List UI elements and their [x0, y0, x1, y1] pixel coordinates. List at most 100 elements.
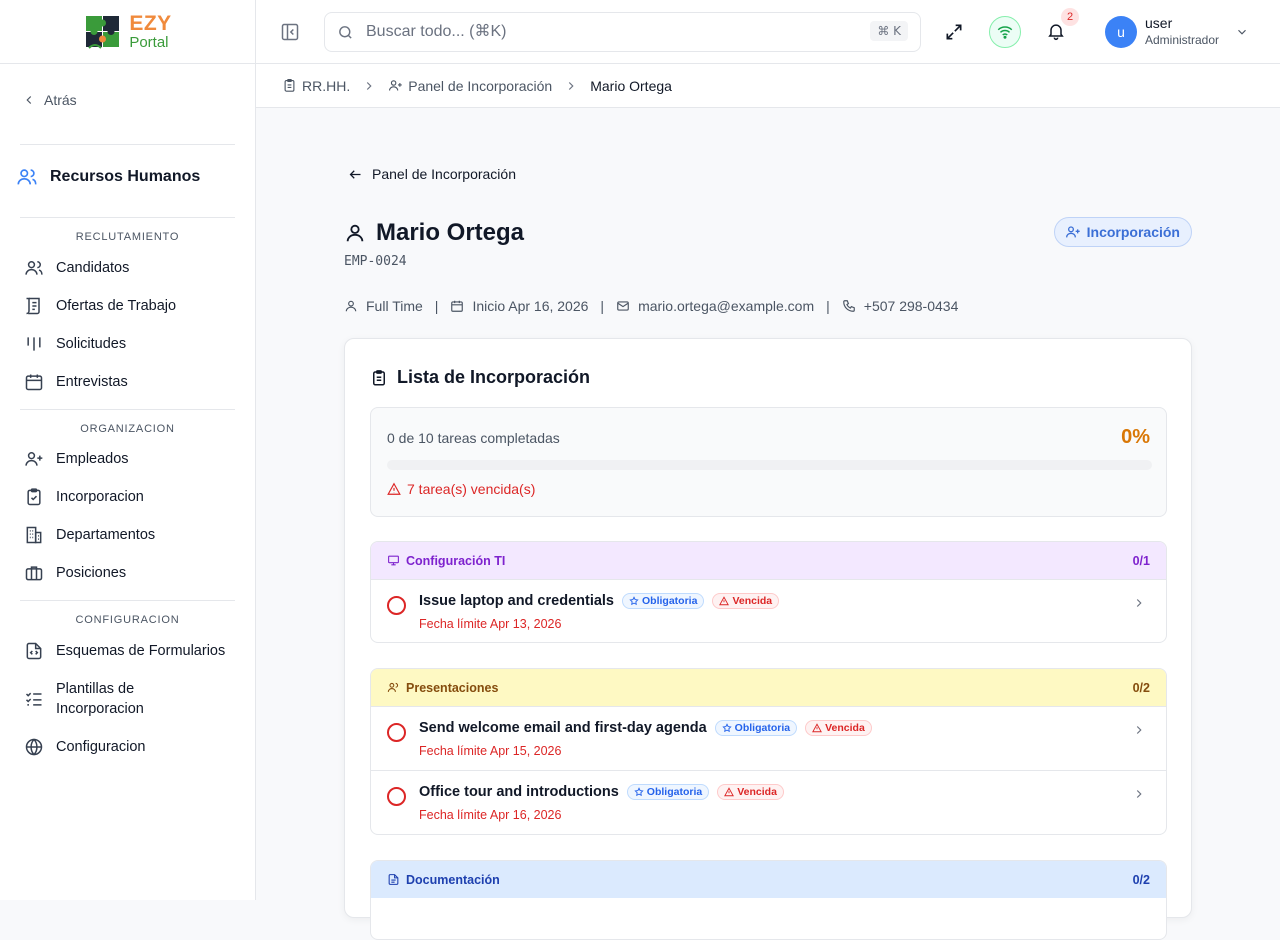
- breadcrumb-label: RR.HH.: [302, 77, 351, 94]
- progress-bar: [387, 460, 1152, 470]
- avatar: u: [1105, 16, 1137, 48]
- star-icon: [722, 723, 732, 733]
- expand-icon: [946, 24, 962, 40]
- star-icon: [629, 596, 639, 606]
- task-status-checkbox[interactable]: [387, 787, 406, 806]
- monitor-icon: [388, 555, 399, 566]
- back-button[interactable]: Atrás: [22, 92, 77, 108]
- phone[interactable]: +507 298-0434: [864, 298, 959, 314]
- breadcrumb-item-panel[interactable]: Panel de Incorporación: [388, 78, 552, 94]
- overdue-badge-label: Vencida: [825, 722, 865, 734]
- sidebar-item-entrevistas[interactable]: Entrevistas: [24, 372, 128, 392]
- clipboard-list-icon: [373, 369, 385, 385]
- sidebar-item-solicitudes[interactable]: Solicitudes: [24, 334, 126, 354]
- task-row[interactable]: Issue laptop and credentials Obligatoria…: [371, 579, 1166, 642]
- task-due-date: Fecha límite Apr 16, 2026: [419, 808, 562, 822]
- chevron-right-icon[interactable]: [1132, 596, 1146, 610]
- logo-puzzle-icon: [86, 15, 120, 49]
- breadcrumb-label: Panel de Incorporación: [408, 77, 553, 94]
- section-label-organizacion: ORGANIZACION: [80, 423, 175, 435]
- sidebar-toggle-button[interactable]: [280, 22, 300, 42]
- task-row[interactable]: Send welcome email and first-day agenda …: [371, 706, 1166, 770]
- task-status-checkbox[interactable]: [387, 723, 406, 742]
- search-shortcut: ⌘ K: [870, 21, 908, 41]
- task-group-name: Presentaciones: [406, 680, 499, 695]
- list-checks-icon: [25, 692, 42, 706]
- chevron-right-icon[interactable]: [1132, 723, 1146, 737]
- employee-meta: Full Time | Inicio Apr 16, 2026 | mario.…: [344, 298, 958, 314]
- module-title: Recursos Humanos: [16, 166, 200, 188]
- email[interactable]: mario.ortega@example.com: [638, 298, 814, 314]
- clipboard-icon: [284, 79, 295, 92]
- task-group-count: 0/2: [1132, 872, 1150, 887]
- clipboard-check-icon: [27, 488, 41, 506]
- sidebar-item-ofertas[interactable]: Ofertas de Trabajo: [24, 296, 176, 316]
- user-icon: [345, 300, 357, 312]
- task-group-header[interactable]: Documentación 0/2: [371, 861, 1166, 898]
- chevron-left-icon: [26, 96, 32, 104]
- task-group-presentaciones: Presentaciones 0/2 Send welcome email an…: [370, 668, 1167, 835]
- progress-percent: 0%: [1121, 426, 1150, 448]
- panel-left-icon: [281, 23, 299, 41]
- sidebar-item-label: Configuracion: [56, 739, 146, 755]
- sidebar-item-candidatos[interactable]: Candidatos: [24, 258, 129, 278]
- alert-triangle-icon: [719, 596, 730, 606]
- brand-logo[interactable]: EZY Portal: [0, 0, 255, 64]
- sidebar-item-label: Esquemas de Formularios: [56, 643, 226, 659]
- module-title-label: Recursos Humanos: [50, 168, 201, 185]
- users-icon: [387, 682, 399, 692]
- employee-id: EMP-0024: [344, 254, 407, 269]
- required-badge-label: Obligatoria: [734, 722, 791, 734]
- breadcrumb-item-rrhh[interactable]: RR.HH.: [282, 78, 350, 94]
- search-icon: [339, 25, 352, 39]
- sidebar-item-label: Entrevistas: [56, 374, 128, 390]
- section-label-reclutamiento: RECLUTAMIENTO: [75, 231, 180, 243]
- user-role: Administrador: [1145, 33, 1220, 47]
- sidebar-item-label: Candidatos: [56, 260, 130, 276]
- calendar-icon: [451, 300, 464, 312]
- phone-icon: [842, 300, 855, 312]
- task-row[interactable]: Office tour and introductions Obligatori…: [371, 770, 1166, 834]
- sidebar-item-plantillas[interactable]: Plantillas de Incorporacion: [24, 679, 216, 719]
- checklist-header: Lista de Incorporación: [370, 367, 590, 388]
- sidebar-item-empleados[interactable]: Empleados: [24, 449, 129, 469]
- task-group-header[interactable]: Presentaciones 0/2: [371, 669, 1166, 706]
- sidebar: EZY Portal Atrás Recursos Humanos RECLUT…: [0, 0, 256, 900]
- scroll-icon: [26, 297, 40, 315]
- globe-icon: [25, 738, 43, 756]
- user-menu[interactable]: u user Administrador: [1105, 15, 1249, 49]
- sidebar-item-departamentos[interactable]: Departamentos: [24, 525, 155, 545]
- overdue-badge: Vencida: [712, 593, 780, 609]
- sidebar-item-incorporacion[interactable]: Incorporacion: [24, 487, 144, 507]
- connection-status-button[interactable]: [989, 16, 1021, 48]
- sidebar-item-label: Ofertas de Trabajo: [56, 298, 177, 314]
- required-badge-label: Obligatoria: [646, 786, 703, 798]
- user-plus-icon: [1065, 226, 1080, 238]
- back-to-panel-link[interactable]: Panel de Incorporación: [348, 166, 516, 182]
- sidebar-item-label: Incorporacion: [56, 489, 144, 505]
- overdue-badge: Vencida: [805, 720, 872, 736]
- status-badge-label: Incorporación: [1086, 224, 1180, 240]
- sidebar-item-posiciones[interactable]: Posiciones: [24, 563, 126, 583]
- task-group-configuracion-ti: Configuración TI 0/1 Issue laptop and cr…: [370, 541, 1167, 643]
- notifications-button[interactable]: 2: [1046, 8, 1079, 41]
- overdue-badge-label: Vencida: [737, 786, 777, 798]
- task-group-header[interactable]: Configuración TI 0/1: [371, 542, 1166, 579]
- overdue-warning: 7 tarea(s) vencida(s): [387, 481, 535, 497]
- chevron-right-icon[interactable]: [1132, 787, 1146, 801]
- wifi-icon: [997, 26, 1013, 39]
- required-badge: Obligatoria: [622, 593, 705, 609]
- users-icon: [25, 261, 43, 275]
- task-title: Office tour and introductions: [419, 784, 619, 800]
- search-box[interactable]: ⌘ K: [324, 12, 921, 52]
- task-title: Send welcome email and first-day agenda: [419, 720, 707, 736]
- alert-triangle-icon: [812, 723, 823, 733]
- search-input[interactable]: [366, 23, 846, 41]
- fullscreen-button[interactable]: [944, 22, 964, 42]
- back-link-label: Panel de Incorporación: [372, 166, 516, 182]
- start-date: Inicio Apr 16, 2026: [472, 298, 589, 314]
- sidebar-item-label: Posiciones: [56, 565, 127, 581]
- sidebar-item-esquemas[interactable]: Esquemas de Formularios: [24, 641, 225, 661]
- task-status-checkbox[interactable]: [387, 596, 406, 615]
- sidebar-item-configuracion[interactable]: Configuracion: [24, 737, 145, 757]
